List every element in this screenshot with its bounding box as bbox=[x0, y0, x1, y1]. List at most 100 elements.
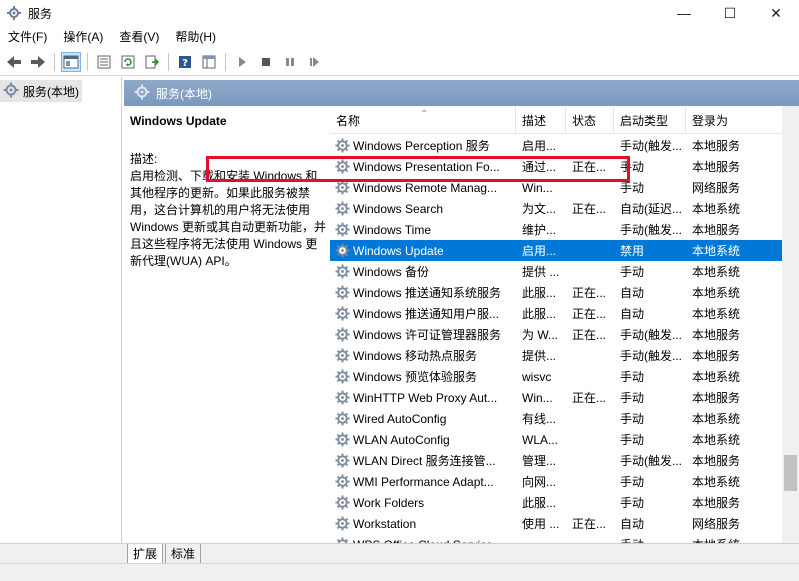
table-row[interactable]: WinHTTP Web Proxy Aut... Win... 正在... 手动 本地服… bbox=[330, 387, 790, 408]
column-header-startup-type[interactable]: 启动类型 bbox=[614, 106, 686, 134]
scrollbar-thumb[interactable] bbox=[784, 455, 797, 491]
cell-logon-as: 本地系统 bbox=[692, 475, 741, 489]
tab-extended[interactable]: 扩展 bbox=[127, 544, 164, 564]
cell-logon-as: 本地服务 bbox=[692, 349, 741, 363]
table-row[interactable]: WPS Office Cloud Service手动本地系统 bbox=[330, 534, 790, 543]
service-gear-icon bbox=[334, 243, 350, 259]
cell-logon-as: 本地系统 bbox=[692, 202, 741, 216]
table-row[interactable]: Windows Search 为文... 正在... 自动(延迟... 本地系统 bbox=[330, 198, 790, 219]
cell-description: Win... bbox=[522, 390, 553, 405]
play-icon[interactable] bbox=[232, 52, 252, 72]
cell-description: 有线... bbox=[522, 412, 557, 426]
back-arrow-icon[interactable] bbox=[4, 52, 24, 72]
toolbar-separator bbox=[87, 52, 88, 71]
menu-file[interactable]: 文件(F) bbox=[0, 26, 55, 48]
cell-startup-type: 自动(延迟... bbox=[620, 202, 682, 216]
cell-status: 正在... bbox=[572, 391, 607, 405]
service-name: Windows Remote Manag... bbox=[353, 180, 498, 195]
cell-description: 通过... bbox=[522, 160, 557, 174]
service-gear-icon bbox=[334, 495, 350, 511]
cell-name: Windows 推送通知系统服务 bbox=[330, 284, 516, 301]
cell-startup-type: 手动 bbox=[620, 412, 645, 426]
service-gear-icon bbox=[334, 327, 350, 343]
service-name: Windows 移动热点服务 bbox=[353, 349, 478, 363]
column-header-name[interactable]: 名称 ⌃ bbox=[330, 106, 516, 134]
vertical-scrollbar[interactable] bbox=[782, 106, 799, 543]
menu-action[interactable]: 操作(A) bbox=[55, 26, 111, 48]
column-header-logon-as[interactable]: 登录为 bbox=[686, 106, 756, 134]
toolbar: ? bbox=[0, 48, 799, 76]
selected-service-title: Windows Update bbox=[130, 114, 227, 128]
tree-item-services-local[interactable]: 服务(本地) bbox=[0, 80, 82, 102]
close-button[interactable]: ✕ bbox=[753, 0, 799, 26]
table-row[interactable]: Windows Remote Manag... Win... 手动 网络服务 bbox=[330, 177, 790, 198]
tree-item-label: 服务(本地) bbox=[23, 84, 79, 99]
menu-help[interactable]: 帮助(H) bbox=[167, 26, 224, 48]
table-row[interactable]: Wired AutoConfig 有线... 手动 本地系统 bbox=[330, 408, 790, 429]
table-row[interactable]: Windows 移动热点服务 提供... 手动(触发... 本地服务 bbox=[330, 345, 790, 366]
service-gear-icon bbox=[334, 390, 350, 406]
cell-name: Windows Perception 服务 bbox=[330, 137, 516, 154]
table-row[interactable]: Windows 推送通知系统服务 此服... 正在... 自动 本地系统 bbox=[330, 282, 790, 303]
cell-description: 启用... bbox=[522, 244, 557, 258]
cell-description: Win... bbox=[522, 180, 553, 195]
table-row[interactable]: WMI Performance Adapt... 向网... 手动 本地系统 bbox=[330, 471, 790, 492]
table-row[interactable]: Work Folders 此服... 手动 本地服务 bbox=[330, 492, 790, 513]
service-name: Work Folders bbox=[353, 495, 425, 510]
title-bar: 服务 — ☐ ✕ bbox=[0, 0, 799, 26]
cell-name: WMI Performance Adapt... bbox=[330, 474, 516, 490]
cell-startup-type: 自动 bbox=[620, 307, 645, 321]
pause-icon[interactable] bbox=[280, 52, 300, 72]
minimize-button[interactable]: — bbox=[661, 0, 707, 26]
cell-description: 提供... bbox=[522, 349, 557, 363]
table-row[interactable]: Windows 备份 提供 ... 手动 本地系统 bbox=[330, 261, 790, 282]
export-icon[interactable] bbox=[142, 52, 162, 72]
table-row[interactable]: Windows 预览体验服务 wisvc 手动 本地系统 bbox=[330, 366, 790, 387]
table-row[interactable]: Windows Presentation Fo... 通过... 正在... 手动 本地… bbox=[330, 156, 790, 177]
cell-startup-type: 手动(触发... bbox=[620, 454, 682, 468]
gear-icon bbox=[3, 82, 19, 101]
cell-startup-type: 自动 bbox=[620, 517, 645, 531]
maximize-button[interactable]: ☐ bbox=[707, 0, 753, 26]
service-name: WLAN Direct 服务连接管... bbox=[353, 454, 496, 468]
service-name: Windows 备份 bbox=[353, 265, 430, 279]
cell-description: 维护... bbox=[522, 223, 557, 237]
stop-icon[interactable] bbox=[256, 52, 276, 72]
table-row[interactable]: Windows Perception 服务 启用... 手动(触发... 本地服务 bbox=[330, 135, 790, 156]
menu-view[interactable]: 查看(V) bbox=[111, 26, 167, 48]
cell-name: Windows 备份 bbox=[330, 263, 516, 280]
table-row[interactable]: WLAN Direct 服务连接管... 管理... 手动(触发... 本地服务 bbox=[330, 450, 790, 471]
cell-logon-as: 本地系统 bbox=[692, 370, 741, 384]
view-icon[interactable] bbox=[199, 52, 219, 72]
toolbar-separator bbox=[168, 52, 169, 71]
properties-icon[interactable] bbox=[94, 52, 114, 72]
forward-arrow-icon[interactable] bbox=[28, 52, 48, 72]
window-controls: — ☐ ✕ bbox=[661, 0, 799, 26]
table-row[interactable]: Workstation 使用 ... 正在... 自动 网络服务 bbox=[330, 513, 790, 534]
table-row[interactable]: Windows 许可证管理器服务 为 W... 正在... 手动(触发... 本地服务 bbox=[330, 324, 790, 345]
window-title: 服务 bbox=[28, 6, 53, 21]
service-name: Windows Time bbox=[353, 222, 432, 237]
service-gear-icon bbox=[334, 306, 350, 322]
cell-description: 向网... bbox=[522, 475, 557, 489]
service-name: Windows 推送通知系统服务 bbox=[353, 286, 502, 300]
help-icon[interactable]: ? bbox=[175, 52, 195, 72]
refresh-icon[interactable] bbox=[118, 52, 138, 72]
gear-icon bbox=[134, 84, 150, 103]
tab-standard[interactable]: 标准 bbox=[165, 544, 202, 564]
table-row[interactable]: Windows Update 启用... 禁用 本地系统 bbox=[330, 240, 790, 261]
table-row[interactable]: WLAN AutoConfig WLA... 手动 本地系统 bbox=[330, 429, 790, 450]
column-header-description[interactable]: 描述 bbox=[516, 106, 566, 134]
column-header-status[interactable]: 状态 bbox=[566, 106, 614, 134]
table-row[interactable]: Windows 推送通知用户服... 此服... 正在... 自动 本地系统 bbox=[330, 303, 790, 324]
cell-startup-type: 手动(触发... bbox=[620, 349, 682, 363]
console-tree-icon[interactable] bbox=[61, 51, 81, 72]
table-row[interactable]: Windows Time 维护... 手动(触发... 本地服务 bbox=[330, 219, 790, 240]
cell-status: 正在... bbox=[572, 286, 607, 300]
menu-bar: 文件(F) 操作(A) 查看(V) 帮助(H) bbox=[0, 26, 799, 48]
cell-description: 启用... bbox=[522, 139, 557, 153]
cell-name: WLAN Direct 服务连接管... bbox=[330, 452, 516, 469]
cell-logon-as: 本地系统 bbox=[692, 307, 741, 321]
cell-logon-as: 本地系统 bbox=[692, 265, 741, 279]
restart-icon[interactable] bbox=[304, 52, 324, 72]
